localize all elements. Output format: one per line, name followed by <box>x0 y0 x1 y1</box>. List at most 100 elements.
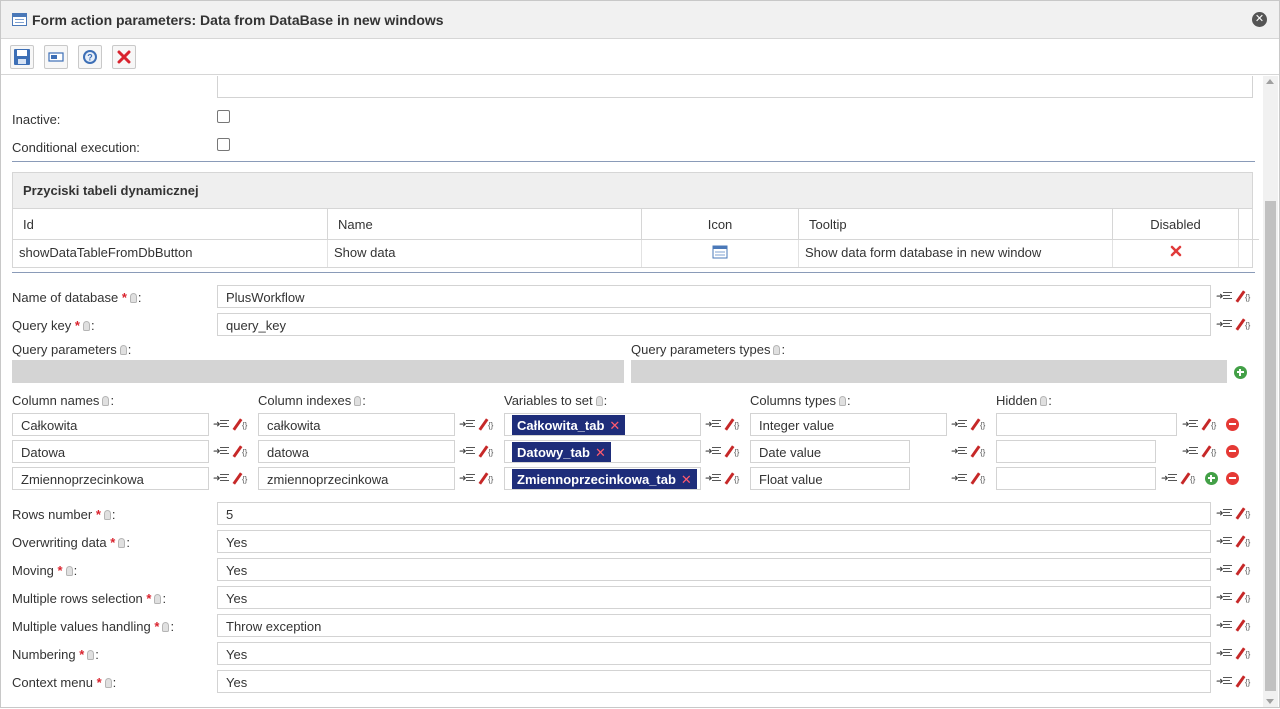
scroll-thumb[interactable] <box>1265 201 1276 691</box>
edit-function-icon[interactable]: {} <box>1201 444 1219 459</box>
insert-variable-icon[interactable]: ➜ <box>951 471 968 485</box>
insert-variable-icon[interactable]: ➜ <box>1216 646 1233 660</box>
edit-function-icon[interactable]: {} <box>1235 674 1253 689</box>
edit-function-icon[interactable]: {} <box>232 444 250 459</box>
cancel-button[interactable] <box>112 45 136 69</box>
rows-number-input[interactable]: 5 <box>217 502 1211 525</box>
scroll-down-icon[interactable] <box>1266 699 1274 704</box>
column-header-id[interactable]: Id <box>13 209 328 240</box>
edit-function-icon[interactable]: {} <box>1201 417 1219 432</box>
column-header-name[interactable]: Name <box>328 209 642 240</box>
context-menu-input[interactable]: Yes <box>217 670 1211 693</box>
remove-row-icon[interactable] <box>1226 418 1239 431</box>
edit-function-icon[interactable]: {} <box>724 444 742 459</box>
cell-id[interactable]: showDataTableFromDbButton <box>13 240 328 267</box>
edit-function-icon[interactable]: {} <box>724 417 742 432</box>
insert-variable-icon[interactable]: ➜ <box>459 471 476 485</box>
edit-function-icon[interactable]: {} <box>1235 590 1253 605</box>
multiple-rows-selection-input[interactable]: Yes <box>217 586 1211 609</box>
variable-tag-field[interactable]: Zmiennoprzecinkowa_tab ✕ <box>504 467 701 490</box>
column-header-icon[interactable]: Icon <box>642 209 799 240</box>
insert-variable-icon[interactable]: ➜ <box>705 417 722 431</box>
edit-function-icon[interactable]: {} <box>970 417 988 432</box>
preview-button[interactable] <box>44 45 68 69</box>
insert-variable-icon[interactable]: ➜ <box>213 444 230 458</box>
insert-variable-icon[interactable]: ➜ <box>705 444 722 458</box>
inactive-checkbox[interactable] <box>217 110 230 123</box>
column-type-input[interactable]: Integer value <box>750 413 947 436</box>
edit-function-icon[interactable]: {} <box>970 471 988 486</box>
insert-variable-icon[interactable]: ➜ <box>213 417 230 431</box>
close-icon[interactable]: ✕ <box>1252 12 1267 27</box>
edit-function-icon[interactable]: {} <box>478 471 496 486</box>
edit-function-icon[interactable]: {} <box>1235 618 1253 633</box>
variable-tag[interactable]: Zmiennoprzecinkowa_tab ✕ <box>512 469 697 489</box>
insert-variable-icon[interactable]: ➜ <box>1182 444 1199 458</box>
insert-variable-icon[interactable]: ➜ <box>951 444 968 458</box>
edit-function-icon[interactable]: {} <box>1180 471 1198 486</box>
multiple-values-handling-input[interactable]: Throw exception <box>217 614 1211 637</box>
column-header-disabled[interactable]: Disabled <box>1113 209 1239 240</box>
moving-input[interactable]: Yes <box>217 558 1211 581</box>
column-name-input[interactable]: Zmiennoprzecinkowa <box>12 467 209 490</box>
edit-function-icon[interactable]: {} <box>1235 289 1253 304</box>
insert-variable-icon[interactable]: ➜ <box>705 471 722 485</box>
overwriting-data-input[interactable]: Yes <box>217 530 1211 553</box>
save-button[interactable] <box>10 45 34 69</box>
query-key-input[interactable]: query_key <box>217 313 1211 336</box>
insert-variable-icon[interactable]: ➜ <box>1216 618 1233 632</box>
insert-variable-icon[interactable]: ➜ <box>1216 534 1233 548</box>
hidden-input[interactable] <box>996 440 1156 463</box>
cell-disabled[interactable] <box>1113 240 1239 267</box>
query-parameters-types-area[interactable] <box>631 360 1227 383</box>
help-button[interactable]: ? <box>78 45 102 69</box>
top-text-field[interactable] <box>217 76 1253 98</box>
database-input[interactable]: PlusWorkflow <box>217 285 1211 308</box>
insert-variable-icon[interactable]: ➜ <box>951 417 968 431</box>
insert-variable-icon[interactable]: ➜ <box>459 417 476 431</box>
variable-tag[interactable]: Datowy_tab ✕ <box>512 442 611 462</box>
edit-function-icon[interactable]: {} <box>232 471 250 486</box>
edit-function-icon[interactable]: {} <box>724 471 742 486</box>
edit-function-icon[interactable]: {} <box>478 444 496 459</box>
column-type-input[interactable]: Date value <box>750 440 910 463</box>
column-index-input[interactable]: całkowita <box>258 413 455 436</box>
insert-variable-icon[interactable]: ➜ <box>1216 674 1233 688</box>
query-parameters-area[interactable] <box>12 360 624 383</box>
cell-tooltip[interactable]: Show data form database in new window <box>799 240 1113 267</box>
cell-icon[interactable] <box>642 240 799 267</box>
remove-tag-icon[interactable]: ✕ <box>595 445 606 460</box>
insert-variable-icon[interactable]: ➜ <box>1216 590 1233 604</box>
insert-variable-icon[interactable]: ➜ <box>1161 471 1178 485</box>
cell-name[interactable]: Show data <box>328 240 642 267</box>
column-name-input[interactable]: Datowa <box>12 440 209 463</box>
edit-function-icon[interactable]: {} <box>1235 317 1253 332</box>
add-row-icon[interactable] <box>1205 472 1218 485</box>
variable-tag-field[interactable]: Całkowita_tab ✕ <box>504 413 701 436</box>
hidden-input[interactable] <box>996 413 1177 436</box>
remove-tag-icon[interactable]: ✕ <box>681 472 692 487</box>
column-index-input[interactable]: zmiennoprzecinkowa <box>258 467 455 490</box>
remove-row-icon[interactable] <box>1226 472 1239 485</box>
insert-variable-icon[interactable]: ➜ <box>459 444 476 458</box>
column-type-input[interactable]: Float value <box>750 467 910 490</box>
edit-function-icon[interactable]: {} <box>1235 646 1253 661</box>
edit-function-icon[interactable]: {} <box>970 444 988 459</box>
column-index-input[interactable]: datowa <box>258 440 455 463</box>
scrollbar[interactable] <box>1263 76 1278 707</box>
add-row-icon[interactable] <box>1234 366 1247 379</box>
insert-variable-icon[interactable]: ➜ <box>1216 562 1233 576</box>
edit-function-icon[interactable]: {} <box>1235 506 1253 521</box>
conditional-execution-checkbox[interactable] <box>217 138 230 151</box>
scroll-up-icon[interactable] <box>1266 79 1274 84</box>
edit-function-icon[interactable]: {} <box>1235 562 1253 577</box>
edit-function-icon[interactable]: {} <box>232 417 250 432</box>
insert-variable-icon[interactable]: ➜ <box>213 471 230 485</box>
hidden-input[interactable] <box>996 467 1156 490</box>
variable-tag[interactable]: Całkowita_tab ✕ <box>512 415 626 435</box>
insert-variable-icon[interactable]: ➜ <box>1216 289 1233 303</box>
insert-variable-icon[interactable]: ➜ <box>1182 417 1199 431</box>
remove-row-icon[interactable] <box>1226 445 1239 458</box>
insert-variable-icon[interactable]: ➜ <box>1216 506 1233 520</box>
column-header-tooltip[interactable]: Tooltip <box>799 209 1113 240</box>
